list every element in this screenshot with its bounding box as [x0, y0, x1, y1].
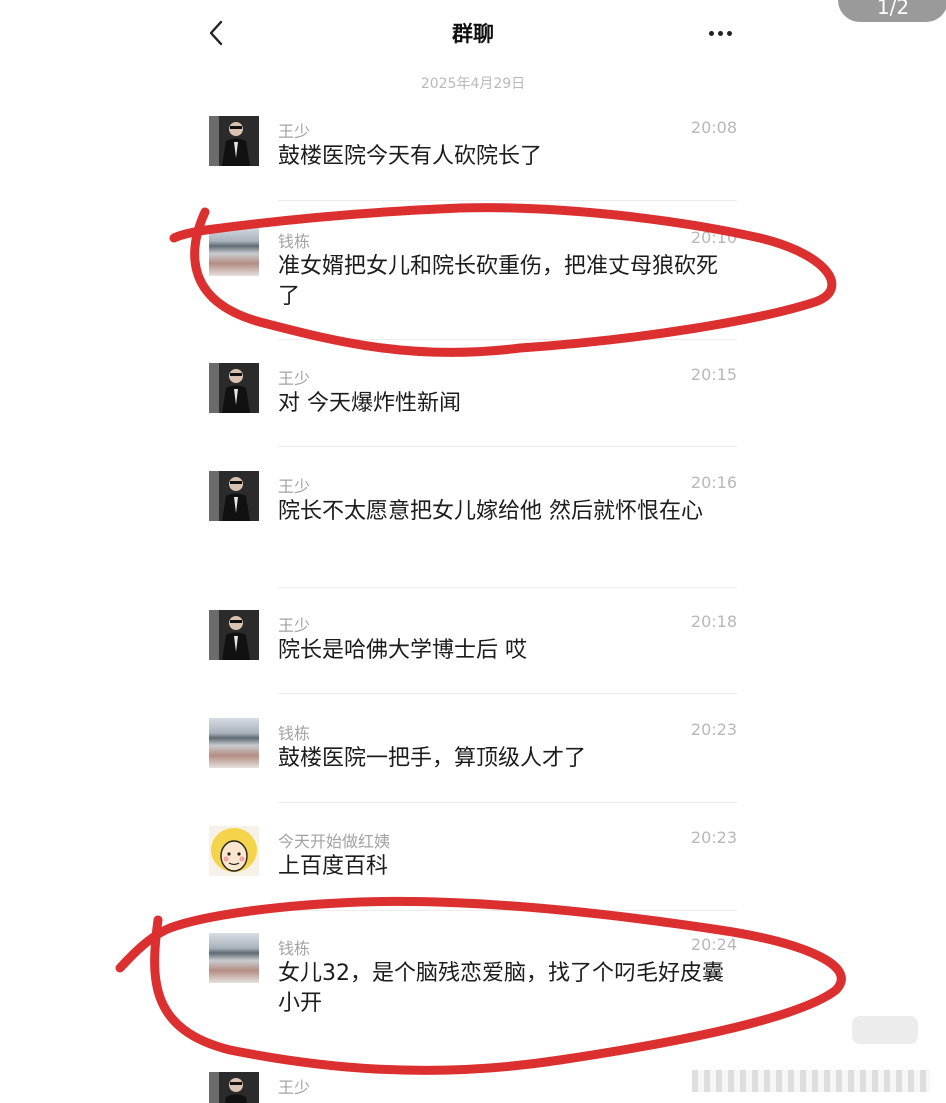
message-text: 鼓楼医院一把手，算顶级人才了: [278, 746, 587, 771]
more-dot: [726, 30, 732, 36]
message-time: 20:15: [690, 365, 737, 384]
more-button[interactable]: [700, 18, 740, 48]
avatar-man-icon: [209, 363, 259, 413]
message-item[interactable]: 王少 20:15 对 今天爆炸性新闻: [209, 363, 737, 447]
message-time: 20:23: [690, 720, 737, 739]
sender-name: 今天开始做红姨: [278, 832, 391, 851]
avatar[interactable]: [209, 610, 259, 660]
sender-name: 钱栋: [278, 939, 311, 958]
more-dot: [717, 30, 723, 36]
sender-name: 钱栋: [278, 232, 311, 251]
message-item[interactable]: 钱栋 20:24 女儿32，是个脑残恋爱脑，找了个叼毛好皮囊小开: [209, 933, 737, 1043]
sender-name: 王少: [278, 477, 311, 496]
message-time: 20:10: [690, 228, 737, 247]
message-item[interactable]: 王少 20:08 鼓楼医院今天有人砍院长了: [209, 116, 737, 201]
divider: [278, 200, 737, 201]
message-time: 20:18: [690, 612, 737, 631]
chat-screen: 1/2 群聊 2025年4月29日 王少 20:08 鼓楼医院今天有人砍院长了: [0, 0, 946, 1103]
message-item[interactable]: 王少 20:18 院长是哈佛大学博士后 哎: [209, 610, 737, 694]
avatar-man-icon: [209, 471, 259, 521]
message-text: 院长不太愿意把女儿嫁给他 然后就怀恨在心: [278, 499, 703, 524]
avatar-cartoon-icon: [209, 826, 259, 876]
message-text: 对 今天爆炸性新闻: [278, 391, 461, 416]
sender-name: 钱栋: [278, 724, 311, 743]
sender-name: 王少: [278, 122, 311, 141]
message-text: 女儿32，是个脑残恋爱脑，找了个叼毛好皮囊小开: [278, 961, 724, 1016]
avatar-man-icon: [209, 610, 259, 660]
message-item[interactable]: 今天开始做红姨 20:23 上百度百科: [209, 826, 737, 911]
sender-name: 王少: [278, 1078, 311, 1097]
blurred-text: [692, 1070, 930, 1092]
more-dot: [708, 30, 714, 36]
page-indicator-text: 1/2: [876, 0, 910, 19]
avatar[interactable]: [209, 826, 259, 876]
message-text: 准女婿把女儿和院长砍重伤，把准丈母狼砍死了: [278, 254, 719, 309]
avatar[interactable]: [209, 1072, 259, 1103]
message-time: 20:24: [690, 935, 737, 954]
message-time: 20:16: [690, 473, 737, 492]
message-item[interactable]: 王少 20:16 院长不太愿意把女儿嫁给他 然后就怀恨在心: [209, 471, 737, 588]
message-item[interactable]: 王少: [209, 1072, 737, 1103]
message-text: 鼓楼医院今天有人砍院长了: [278, 144, 543, 169]
avatar[interactable]: [209, 718, 259, 768]
watermark: [852, 1016, 918, 1044]
avatar[interactable]: [209, 933, 259, 983]
avatar-man-icon: [209, 1072, 259, 1103]
divider: [278, 693, 737, 694]
divider: [278, 339, 737, 340]
date-separator: 2025年4月29日: [420, 76, 526, 92]
sender-name: 王少: [278, 369, 311, 388]
avatar[interactable]: [209, 116, 259, 166]
avatar[interactable]: [209, 471, 259, 521]
message-item[interactable]: 钱栋 20:10 准女婿把女儿和院长砍重伤，把准丈母狼砍死了: [209, 226, 737, 340]
avatar-man-icon: [209, 116, 259, 166]
page-title: 群聊: [452, 22, 494, 46]
divider: [278, 446, 737, 447]
avatar[interactable]: [209, 226, 259, 276]
message-item[interactable]: 钱栋 20:23 鼓楼医院一把手，算顶级人才了: [209, 718, 737, 803]
sender-name: 王少: [278, 616, 311, 635]
message-time: 20:23: [690, 828, 737, 847]
divider: [278, 587, 737, 588]
message-text: 院长是哈佛大学博士后 哎: [278, 638, 527, 663]
divider: [278, 910, 737, 911]
message-time: 20:08: [690, 118, 737, 137]
avatar[interactable]: [209, 363, 259, 413]
divider: [278, 802, 737, 803]
message-text: 上百度百科: [278, 854, 389, 879]
